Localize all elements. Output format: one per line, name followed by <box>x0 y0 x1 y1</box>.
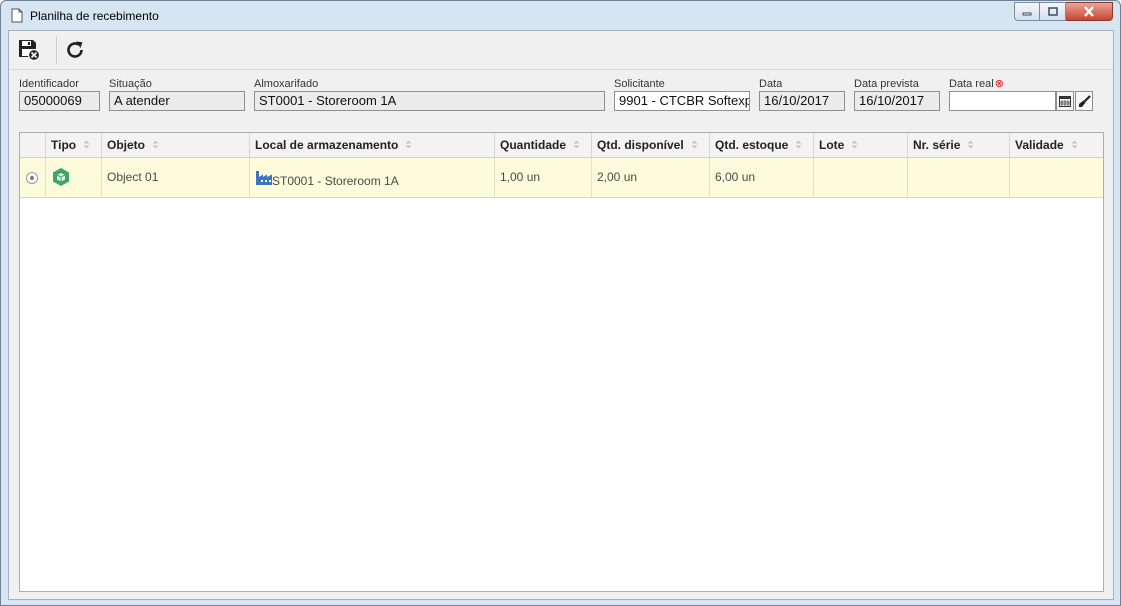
data-real-label-row: Data real⊗ <box>949 78 1093 91</box>
column-header-local-label: Local de armazenamento <box>255 138 399 152</box>
column-header-objeto-label: Objeto <box>107 138 145 152</box>
warehouse-icon <box>256 171 272 185</box>
data-input[interactable]: 16/10/2017 <box>759 91 845 111</box>
maximize-button[interactable] <box>1040 2 1066 21</box>
qtd-disponivel-cell: 2,00 un <box>592 158 710 197</box>
solicitante-field: Solicitante 9901 - CTCBR Softexpert <box>614 78 750 111</box>
column-header-objeto[interactable]: Objeto <box>102 133 250 158</box>
data-prevista-input[interactable]: 16/10/2017 <box>854 91 940 111</box>
almoxarifado-field: Almoxarifado ST0001 - Storeroom 1A <box>254 78 605 111</box>
document-icon <box>11 8 23 23</box>
column-header-qtd-disponivel[interactable]: Qtd. disponível <box>592 133 710 158</box>
almoxarifado-input[interactable]: ST0001 - Storeroom 1A <box>254 91 605 111</box>
solicitante-input[interactable]: 9901 - CTCBR Softexpert <box>614 91 750 111</box>
window-title: Planilha de recebimento <box>30 9 159 23</box>
situacao-label: Situação <box>109 78 152 90</box>
data-real-input[interactable] <box>949 91 1056 111</box>
almoxarifado-label: Almoxarifado <box>254 78 319 90</box>
qtd-estoque-cell: 6,00 un <box>710 158 814 197</box>
tipo-cell <box>46 158 102 197</box>
minimize-icon <box>1022 12 1032 15</box>
table-row[interactable]: Object 01 ST0001 - Storeroom 1A 1,00 un … <box>20 158 1103 198</box>
sort-icon <box>573 140 580 149</box>
data-prevista-label: Data prevista <box>854 78 919 90</box>
solicitante-label: Solicitante <box>614 78 665 90</box>
row-radio[interactable] <box>26 172 38 184</box>
identificador-input[interactable]: 05000069 <box>19 91 100 111</box>
column-header-nr-serie-label: Nr. série <box>913 138 961 152</box>
identificador-field: Identificador 05000069 <box>19 78 100 111</box>
data-real-field: Data real⊗ <box>949 78 1093 111</box>
column-header-quantidade[interactable]: Quantidade <box>495 133 592 158</box>
situacao-input[interactable]: A atender <box>109 91 245 111</box>
situacao-field: Situação A atender <box>109 78 245 111</box>
column-header-quantidade-label: Quantidade <box>500 138 567 152</box>
data-field: Data 16/10/2017 <box>759 78 845 111</box>
sort-icon <box>795 140 802 149</box>
column-header-tipo[interactable]: Tipo <box>46 133 102 158</box>
column-header-lote[interactable]: Lote <box>814 133 908 158</box>
receiving-sheet-window: Planilha de recebimento Identificador 05… <box>0 0 1121 606</box>
close-icon <box>1084 6 1094 17</box>
local-text: ST0001 - Storeroom 1A <box>272 174 399 188</box>
data-label: Data <box>759 78 783 90</box>
close-button[interactable] <box>1066 2 1113 21</box>
minimize-button[interactable] <box>1014 2 1040 21</box>
objeto-cell: Object 01 <box>102 158 250 197</box>
column-header-qtd-estoque[interactable]: Qtd. estoque <box>710 133 814 158</box>
validade-cell <box>1010 158 1103 197</box>
save-close-icon <box>19 40 41 62</box>
select-column-header <box>20 133 46 158</box>
column-header-qtd-disponivel-label: Qtd. disponível <box>597 138 684 152</box>
column-header-validade-label: Validade <box>1015 138 1064 152</box>
sort-icon <box>152 140 159 149</box>
column-header-tipo-label: Tipo <box>51 138 77 152</box>
grid-header: Tipo Objeto Local de armazenamento Quant… <box>20 133 1103 158</box>
calendar-button[interactable] <box>1056 91 1074 111</box>
nr-serie-cell <box>908 158 1010 197</box>
sort-icon <box>83 140 90 149</box>
refresh-button[interactable] <box>62 37 88 63</box>
sort-icon <box>405 140 412 149</box>
column-header-local[interactable]: Local de armazenamento <box>250 133 495 158</box>
object-type-icon <box>53 168 69 186</box>
refresh-icon <box>67 41 83 58</box>
required-icon: ⊗ <box>994 78 1004 90</box>
window-content: Identificador 05000069 Situação A atende… <box>8 30 1114 600</box>
quantidade-cell: 1,00 un <box>495 158 592 197</box>
items-grid: Tipo Objeto Local de armazenamento Quant… <box>19 132 1104 592</box>
column-header-validade[interactable]: Validade <box>1010 133 1103 158</box>
maximize-icon <box>1047 7 1058 16</box>
local-cell: ST0001 - Storeroom 1A <box>250 158 495 197</box>
clear-date-button[interactable] <box>1075 91 1093 111</box>
column-header-lote-label: Lote <box>819 138 845 152</box>
window-controls <box>1014 2 1113 21</box>
brush-icon <box>1078 94 1091 107</box>
title-bar: Planilha de recebimento <box>1 1 1120 30</box>
sort-icon <box>691 140 698 149</box>
row-select-cell <box>20 158 46 197</box>
toolbar <box>9 31 1113 70</box>
sort-icon <box>1071 140 1078 149</box>
calendar-icon <box>1059 96 1071 107</box>
data-real-label: Data real <box>949 78 994 90</box>
lote-cell <box>814 158 908 197</box>
column-header-qtd-estoque-label: Qtd. estoque <box>715 138 789 152</box>
sort-icon <box>851 140 858 149</box>
toolbar-separator <box>56 36 57 64</box>
sort-icon <box>967 140 974 149</box>
save-close-button[interactable] <box>16 37 42 63</box>
data-prevista-field: Data prevista 16/10/2017 <box>854 78 940 111</box>
column-header-nr-serie[interactable]: Nr. série <box>908 133 1010 158</box>
identificador-label: Identificador <box>19 78 79 90</box>
